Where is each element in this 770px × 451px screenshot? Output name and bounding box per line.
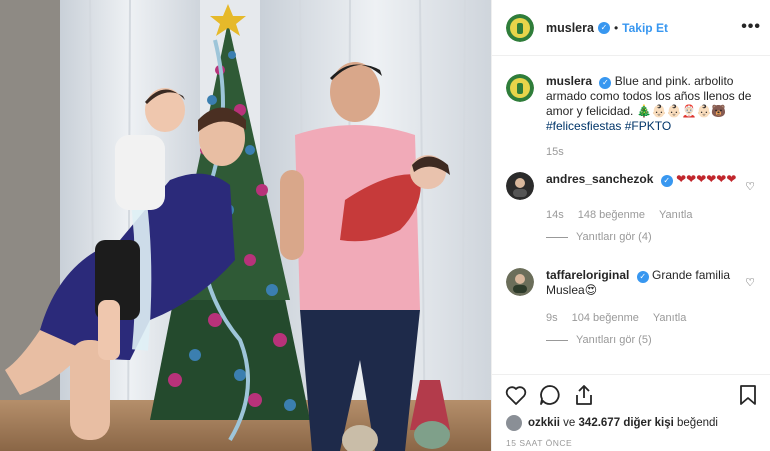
comments-list[interactable]: muslera ✓ Blue and pink. arbolito armado… (492, 56, 770, 374)
author-avatar[interactable] (506, 13, 534, 42)
likes-verb: beğendi (677, 417, 718, 429)
comment-username[interactable]: andres_sanchezok (546, 172, 653, 186)
comment-like-icon[interactable]: ♡ (745, 276, 755, 289)
post-header: muslera ✓ • Takip Et ••• (492, 0, 770, 56)
comment-like-icon[interactable]: ♡ (745, 180, 755, 193)
comment-item: taffareloriginal ✓ Grande familia Muslea… (506, 268, 761, 346)
caption-avatar[interactable] (506, 74, 534, 102)
heart-icon[interactable] (504, 383, 528, 407)
verified-icon: ✓ (660, 175, 673, 187)
comment-item: andres_sanchezok ✓ ❤❤❤❤❤❤ ♡ 14s 148 beğe… (506, 172, 761, 243)
comment-time[interactable]: 14s (546, 209, 564, 221)
likes-connector: ve (563, 417, 576, 429)
replies-line (546, 339, 568, 341)
likes-summary[interactable]: ozkkii ve 342.677 diğer kişi beğendi (506, 415, 718, 431)
commenter-avatar[interactable] (506, 268, 534, 296)
bookmark-icon[interactable] (736, 383, 760, 407)
comment-icon[interactable] (538, 383, 562, 407)
view-replies-label[interactable]: Yanıtları gör (5) (576, 334, 652, 346)
view-replies[interactable]: Yanıtları gör (5) (546, 334, 761, 346)
comment-text: ❤❤❤❤❤❤ (676, 172, 737, 186)
replies-line (546, 236, 568, 238)
family-christmas-photo (0, 0, 491, 451)
instagram-post: muslera ✓ • Takip Et ••• muslera ✓ Blue … (0, 0, 770, 451)
author-username[interactable]: muslera (546, 21, 594, 35)
header-separator: • (613, 20, 619, 35)
caption-time[interactable]: 15s (546, 146, 564, 158)
caption-hashtags[interactable]: #felicesfiestas #FPKTO (546, 119, 671, 133)
comment-username[interactable]: taffareloriginal (546, 268, 629, 282)
comment-reply-button[interactable]: Yanıtla (653, 312, 686, 324)
liker-avatar[interactable] (506, 415, 522, 431)
caption: muslera ✓ Blue and pink. arbolito armado… (506, 74, 761, 158)
post-photo[interactable] (0, 0, 491, 451)
post-timestamp[interactable]: 15 SAAT ÖNCE (506, 438, 572, 448)
share-icon[interactable] (572, 383, 596, 407)
commenter-avatar[interactable] (506, 172, 534, 200)
comment-likes[interactable]: 148 beğenme (578, 209, 645, 221)
action-bar (504, 383, 762, 409)
comment-time[interactable]: 9s (546, 312, 558, 324)
comment-likes[interactable]: 104 beğenme (572, 312, 639, 324)
post-actions: ozkkii ve 342.677 diğer kişi beğendi 15 … (492, 374, 770, 451)
likes-others[interactable]: diğer kişi (623, 417, 674, 429)
post-side-panel: muslera ✓ • Takip Et ••• muslera ✓ Blue … (491, 0, 770, 451)
liker-username[interactable]: ozkkii (528, 417, 560, 429)
follow-button[interactable]: Takip Et (622, 21, 668, 35)
view-replies-label[interactable]: Yanıtları gör (4) (576, 231, 652, 243)
comment-reply-button[interactable]: Yanıtla (659, 209, 692, 221)
verified-icon: ✓ (597, 21, 610, 34)
more-icon[interactable]: ••• (741, 18, 761, 36)
caption-username[interactable]: muslera (546, 74, 592, 88)
view-replies[interactable]: Yanıtları gör (4) (546, 231, 761, 243)
verified-icon: ✓ (599, 77, 612, 89)
verified-icon: ✓ (636, 271, 649, 283)
likes-count[interactable]: 342.677 (579, 417, 621, 429)
